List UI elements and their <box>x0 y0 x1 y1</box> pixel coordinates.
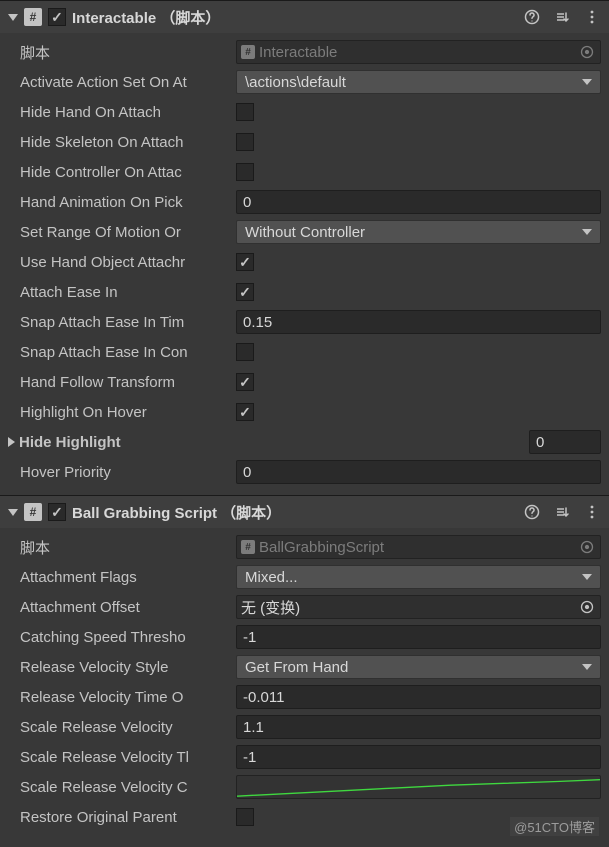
component-header[interactable]: # Ball Grabbing Script （脚本） <box>0 496 609 528</box>
hand-follow-label: Hand Follow Transform <box>8 374 236 391</box>
hide-controller-checkbox[interactable] <box>236 163 254 181</box>
release-style-label: Release Velocity Style <box>8 659 236 676</box>
scale-release-vel-t-field[interactable]: -1 <box>236 745 601 769</box>
object-picker-icon[interactable] <box>578 45 596 59</box>
catch-speed-label: Catching Speed Thresho <box>8 629 236 646</box>
chevron-down-icon <box>582 574 592 580</box>
component-ball-grabbing: # Ball Grabbing Script （脚本） 脚本 # BallGra… <box>0 495 609 840</box>
script-value: BallGrabbingScript <box>259 539 578 556</box>
highlight-hover-checkbox[interactable] <box>236 403 254 421</box>
range-motion-label: Set Range Of Motion Or <box>8 224 236 241</box>
script-label: 脚本 <box>8 42 236 63</box>
attach-ease-label: Attach Ease In <box>8 284 236 301</box>
restore-parent-label: Restore Original Parent <box>8 809 236 826</box>
script-field[interactable]: # BallGrabbingScript <box>236 535 601 559</box>
hide-highlight-size-field[interactable]: 0 <box>529 430 601 454</box>
attachment-flags-label: Attachment Flags <box>8 569 236 586</box>
component-header[interactable]: # Interactable （脚本） <box>0 1 609 33</box>
hide-controller-label: Hide Controller On Attac <box>8 164 236 181</box>
hide-skeleton-label: Hide Skeleton On Attach <box>8 134 236 151</box>
scale-release-vel-curve[interactable] <box>236 775 601 799</box>
scale-release-vel-label: Scale Release Velocity <box>8 719 236 736</box>
scale-release-vel-field[interactable]: 1.1 <box>236 715 601 739</box>
use-hand-obj-checkbox[interactable] <box>236 253 254 271</box>
component-enable-checkbox[interactable] <box>48 503 66 521</box>
use-hand-obj-label: Use Hand Object Attachr <box>8 254 236 271</box>
hand-anim-field[interactable]: 0 <box>236 190 601 214</box>
component-interactable: # Interactable （脚本） 脚本 # Interactable <box>0 0 609 495</box>
object-picker-icon[interactable] <box>578 600 596 614</box>
release-time-field[interactable]: -0.011 <box>236 685 601 709</box>
script-type-icon: # <box>241 540 255 554</box>
attachment-flags-dropdown[interactable]: Mixed... <box>236 565 601 589</box>
script-label: 脚本 <box>8 537 236 558</box>
snap-time-field[interactable]: 0.15 <box>236 310 601 334</box>
hide-highlight-label[interactable]: Hide Highlight <box>8 434 236 451</box>
script-type-icon: # <box>241 45 255 59</box>
snap-time-label: Snap Attach Ease In Tim <box>8 314 236 331</box>
chevron-down-icon <box>582 664 592 670</box>
catch-speed-field[interactable]: -1 <box>236 625 601 649</box>
foldout-toggle-icon[interactable] <box>8 14 18 21</box>
preset-icon[interactable] <box>553 503 571 521</box>
activate-action-dropdown[interactable]: \actions\default <box>236 70 601 94</box>
hover-priority-label: Hover Priority <box>8 464 236 481</box>
scale-release-vel-c-label: Scale Release Velocity C <box>8 779 236 796</box>
menu-icon[interactable] <box>583 8 601 26</box>
release-time-label: Release Velocity Time O <box>8 689 236 706</box>
hide-hand-label: Hide Hand On Attach <box>8 104 236 121</box>
component-title: Interactable （脚本） <box>72 7 220 28</box>
foldout-toggle-icon[interactable] <box>8 509 18 516</box>
script-value: Interactable <box>259 44 578 61</box>
help-icon[interactable] <box>523 503 541 521</box>
attachment-offset-label: Attachment Offset <box>8 599 236 616</box>
snap-con-label: Snap Attach Ease In Con <box>8 344 236 361</box>
help-icon[interactable] <box>523 8 541 26</box>
highlight-hover-label: Highlight On Hover <box>8 404 236 421</box>
hide-hand-checkbox[interactable] <box>236 103 254 121</box>
script-icon: # <box>24 503 42 521</box>
activate-action-label: Activate Action Set On At <box>8 74 236 91</box>
preset-icon[interactable] <box>553 8 571 26</box>
object-picker-icon[interactable] <box>578 540 596 554</box>
attachment-offset-field[interactable]: 无 (变换) <box>236 595 601 619</box>
array-foldout-icon[interactable] <box>8 437 15 447</box>
component-title: Ball Grabbing Script （脚本） <box>72 502 281 523</box>
watermark: @51CTO博客 <box>510 817 599 836</box>
menu-icon[interactable] <box>583 503 601 521</box>
scale-release-vel-t-label: Scale Release Velocity Tl <box>8 749 236 766</box>
chevron-down-icon <box>582 229 592 235</box>
attach-ease-checkbox[interactable] <box>236 283 254 301</box>
snap-con-checkbox[interactable] <box>236 343 254 361</box>
chevron-down-icon <box>582 79 592 85</box>
hover-priority-field[interactable]: 0 <box>236 460 601 484</box>
hide-skeleton-checkbox[interactable] <box>236 133 254 151</box>
range-motion-dropdown[interactable]: Without Controller <box>236 220 601 244</box>
restore-parent-checkbox[interactable] <box>236 808 254 826</box>
release-style-dropdown[interactable]: Get From Hand <box>236 655 601 679</box>
hand-follow-checkbox[interactable] <box>236 373 254 391</box>
script-field[interactable]: # Interactable <box>236 40 601 64</box>
component-enable-checkbox[interactable] <box>48 8 66 26</box>
script-icon: # <box>24 8 42 26</box>
hand-anim-label: Hand Animation On Pick <box>8 194 236 211</box>
